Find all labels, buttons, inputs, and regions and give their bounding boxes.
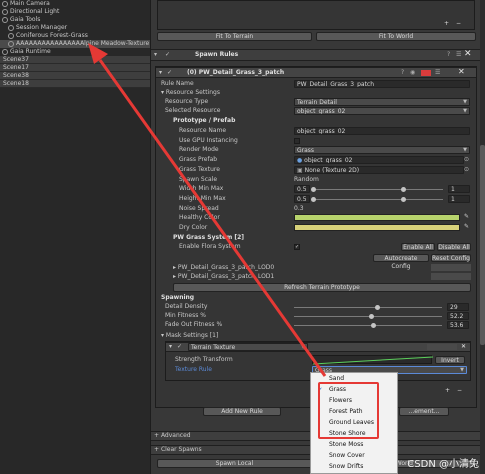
watermark: CSDN @小清兔 (407, 459, 479, 470)
annotation-arrow (88, 43, 327, 377)
